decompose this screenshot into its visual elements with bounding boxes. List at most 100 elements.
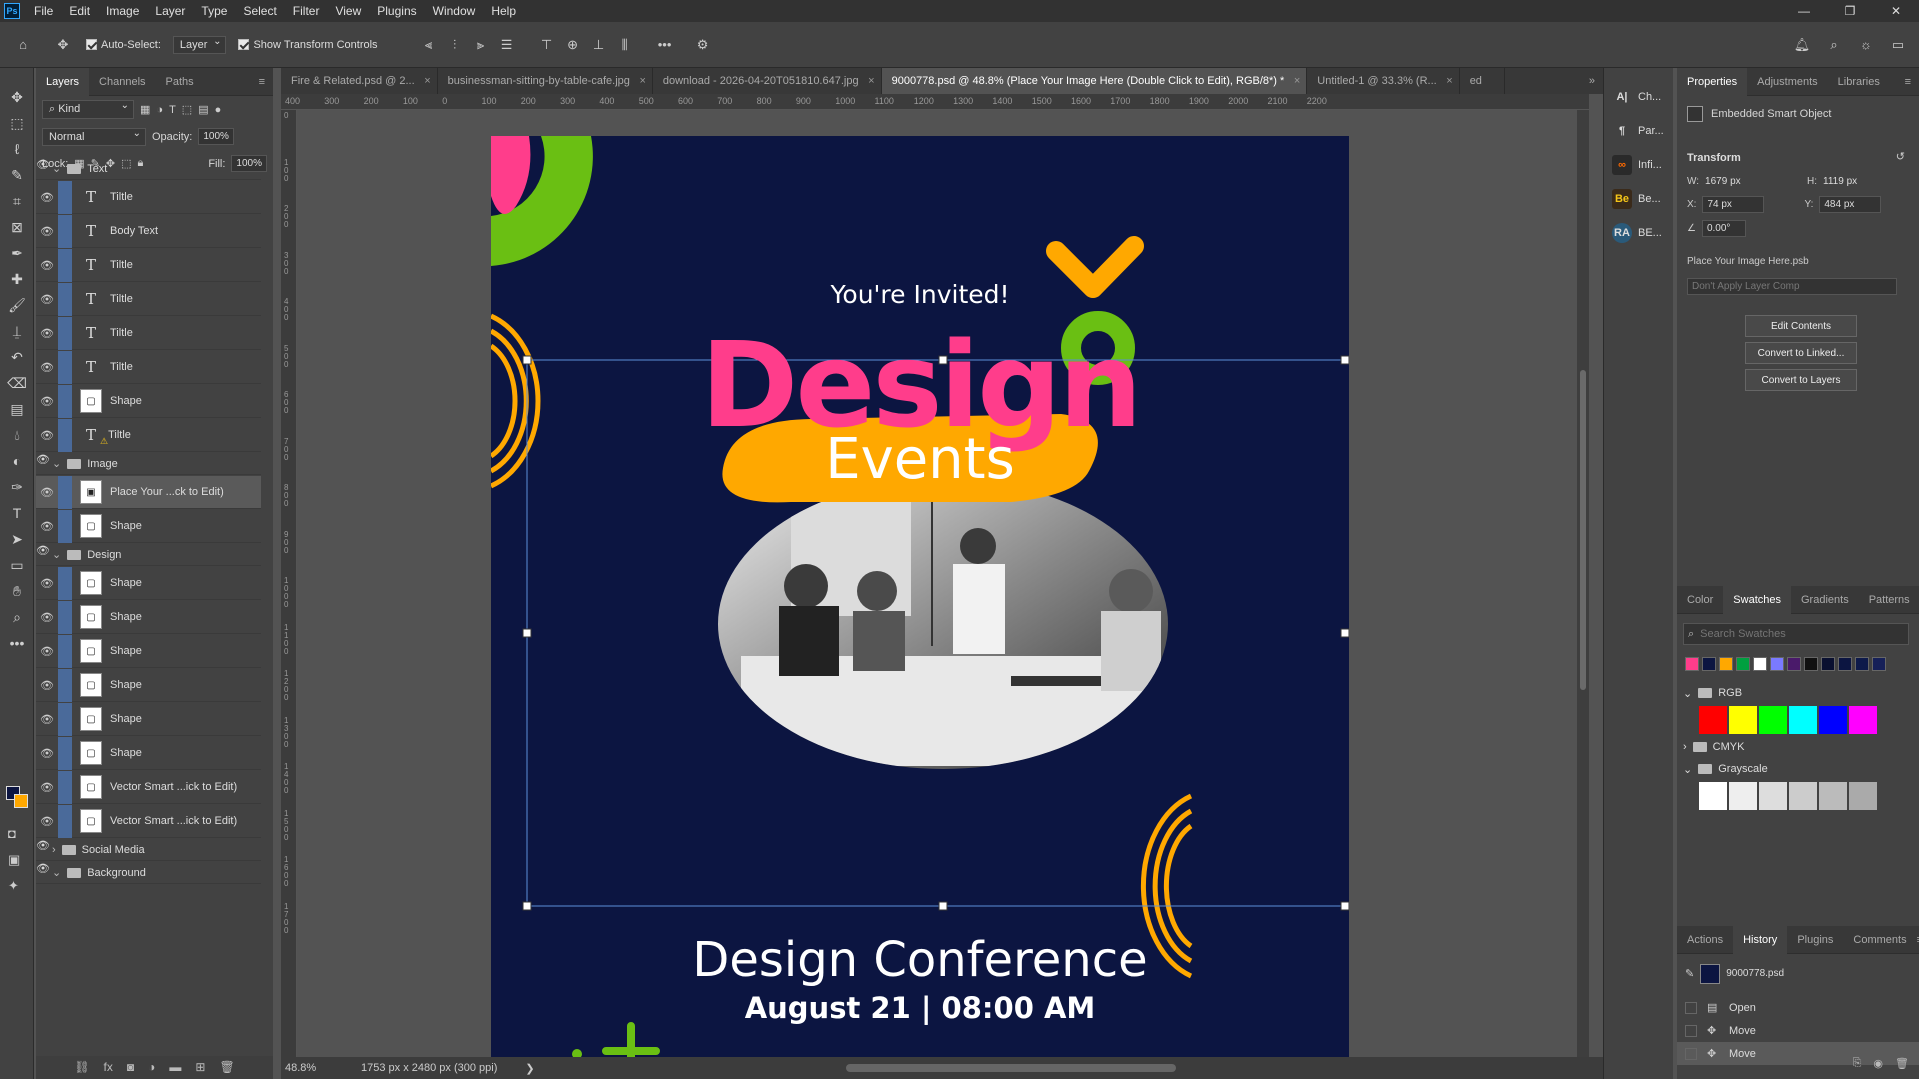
history-brush-source-box[interactable] (1685, 1001, 1697, 1014)
move-tool-icon[interactable]: ✥ (0, 84, 34, 110)
recent-swatch[interactable] (1702, 657, 1716, 671)
layer-row[interactable]: 👁︎ T Body Text (36, 214, 261, 248)
layer-group-row[interactable]: 👁︎ ⌄ Background (36, 862, 261, 884)
history-brush-source-box[interactable] (1685, 1047, 1697, 1060)
color-swatch[interactable] (1819, 706, 1847, 734)
swatch-group-header[interactable]: ⌄ RGB (1683, 682, 1909, 704)
horizontal-scroll-thumb[interactable] (846, 1064, 1176, 1072)
y-field[interactable]: 484 px (1819, 196, 1882, 213)
recent-swatch[interactable] (1821, 657, 1835, 671)
menu-file[interactable]: File (26, 0, 61, 22)
menu-type[interactable]: Type (193, 0, 235, 22)
new-document-from-state-icon[interactable]: ⎘ (1853, 1057, 1862, 1070)
mask-icon[interactable]: ◙ (127, 1056, 134, 1079)
visibility-eye-icon[interactable]: 👁︎ (36, 839, 50, 861)
screen-mode-icon[interactable]: ▣ (8, 852, 20, 868)
visibility-eye-icon[interactable]: 👁︎ (36, 862, 50, 884)
dodge-tool-icon[interactable]: ◐ (0, 448, 34, 474)
color-swatch[interactable] (1759, 782, 1787, 810)
generative-icon[interactable]: ✦ (8, 878, 19, 894)
filter-adjustment-icon[interactable]: ◑ (156, 104, 163, 116)
collapsed-panel-item[interactable]: ¶ Par... (1604, 116, 1673, 146)
tab-actions[interactable]: Actions (1677, 926, 1733, 954)
quick-select-tool-icon[interactable]: ✎ (0, 162, 34, 188)
trash-icon[interactable]: 🗑︎ (219, 1056, 234, 1079)
document-tab[interactable]: businessman-sitting-by-table-cafe.jpg × (438, 68, 653, 94)
visibility-eye-icon[interactable]: 👁︎ (36, 351, 58, 384)
recent-swatch[interactable] (1719, 657, 1733, 671)
tab-layers[interactable]: Layers (36, 67, 90, 96)
color-swatch[interactable] (1729, 706, 1757, 734)
color-swatch[interactable] (1789, 782, 1817, 810)
zoom-level[interactable]: 48.8% (285, 1062, 329, 1074)
layer-row[interactable]: 👁︎ ▢ Shape (36, 702, 261, 736)
tab-channels[interactable]: Channels (89, 68, 155, 96)
menu-edit[interactable]: Edit (61, 0, 98, 22)
visibility-eye-icon[interactable]: 👁︎ (36, 317, 58, 350)
layer-row[interactable]: 👁︎ T Tiltle (36, 248, 261, 282)
tab-properties[interactable]: Properties (1677, 67, 1748, 96)
layer-row[interactable]: 👁︎ T Tiltle (36, 180, 261, 214)
color-swatch[interactable] (1729, 782, 1757, 810)
document-tab[interactable]: Fire & Related.psd @ 2... × (281, 68, 438, 94)
close-tab-icon[interactable]: × (1446, 68, 1452, 94)
color-swatch[interactable] (1699, 706, 1727, 734)
collapsed-panel-item[interactable]: RA BE... (1604, 218, 1673, 248)
layer-row[interactable]: 👁︎ ▢ Shape (36, 384, 261, 418)
blur-tool-icon[interactable]: 💧︎ (0, 422, 34, 448)
recent-swatch[interactable] (1736, 657, 1750, 671)
reset-transform-icon[interactable]: ↺ (1896, 150, 1905, 163)
visibility-eye-icon[interactable]: 👁︎ (36, 385, 58, 418)
filter-type-icon[interactable]: T (169, 104, 176, 116)
layer-row[interactable]: 👁︎ ▢ Shape (36, 634, 261, 668)
color-swatch[interactable] (1849, 782, 1877, 810)
document-tab[interactable]: ed (1460, 68, 1505, 94)
zoom-tool-icon[interactable]: ⌕ (0, 604, 34, 630)
healing-tool-icon[interactable]: ✚ (0, 266, 34, 292)
chevron-down-icon[interactable]: ⌄ (52, 457, 61, 470)
background-color-swatch[interactable] (14, 794, 28, 808)
layer-row[interactable]: 👁︎ ▢ Shape (36, 509, 261, 543)
folder-icon[interactable]: ▬ (169, 1056, 181, 1079)
panel-menu-icon[interactable]: ≡ (259, 76, 265, 88)
document-tab[interactable]: 9000778.psd @ 48.8% (Place Your Image He… (881, 68, 1308, 94)
color-swatch[interactable] (1849, 706, 1877, 734)
chevron-down-icon[interactable]: ⌄ (52, 162, 61, 175)
recent-swatch[interactable] (1753, 657, 1767, 671)
layer-group-row[interactable]: 👁︎ ⌄ Image (36, 453, 261, 475)
swatch-group-header[interactable]: › CMYK (1683, 736, 1909, 758)
menu-image[interactable]: Image (98, 0, 147, 22)
more-tabs-icon[interactable]: » (1581, 68, 1603, 94)
visibility-eye-icon[interactable]: 👁︎ (36, 510, 58, 543)
adjustment-icon[interactable]: ◑ (148, 1056, 155, 1079)
history-brush-source-box[interactable] (1685, 1024, 1697, 1037)
recent-swatch[interactable] (1855, 657, 1869, 671)
swatch-search-input[interactable] (1700, 628, 1881, 640)
minimize-button[interactable]: — (1781, 0, 1827, 22)
blend-mode-dropdown[interactable]: Normal (42, 127, 146, 146)
auto-select-option[interactable]: Auto-Select: (86, 39, 161, 51)
filter-toggle-icon[interactable]: ● (215, 104, 222, 116)
recent-swatch[interactable] (1787, 657, 1801, 671)
quick-mask-icon[interactable]: ◘ (8, 826, 16, 841)
show-transform-checkbox[interactable] (238, 39, 250, 50)
close-tab-icon[interactable]: × (424, 68, 430, 94)
gradient-tool-icon[interactable]: ▤ (0, 396, 34, 422)
status-arrow-icon[interactable]: ❯ (525, 1062, 534, 1075)
workspace-icon[interactable]: ▭ (1887, 34, 1909, 56)
close-tab-icon[interactable]: × (1294, 68, 1300, 94)
tab-color[interactable]: Color (1677, 586, 1723, 614)
more-options-icon[interactable]: ••• (654, 34, 676, 56)
close-tab-icon[interactable]: × (639, 68, 645, 94)
restore-button[interactable]: ❐ (1827, 0, 1873, 22)
layer-row[interactable]: 👁︎ T Tiltle (36, 350, 261, 384)
visibility-eye-icon[interactable]: 👁︎ (36, 249, 58, 282)
height-value[interactable]: 1119 px (1823, 176, 1857, 187)
layer-group-row[interactable]: 👁︎ ⌄ Design (36, 544, 261, 566)
tab-plugins[interactable]: Plugins (1787, 926, 1843, 954)
tab-patterns[interactable]: Patterns (1859, 586, 1919, 614)
chevron-down-icon[interactable]: ⌄ (52, 548, 61, 561)
angle-field[interactable]: 0.00° (1701, 220, 1746, 237)
chevron-down-icon[interactable]: ⌄ (52, 866, 61, 879)
layer-row[interactable]: 👁︎ ▢ Shape (36, 566, 261, 600)
